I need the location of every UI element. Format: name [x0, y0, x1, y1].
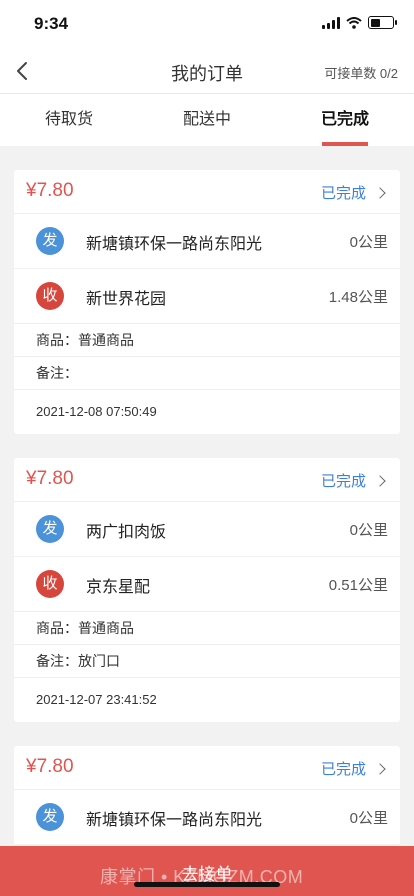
sender-distance: 0公里 — [349, 234, 388, 251]
chevron-right-icon — [374, 474, 386, 487]
remark-info: 备注：放门口 — [14, 645, 400, 678]
order-time: 2021-12-07 23:41:52 — [36, 692, 157, 707]
sender-address: 新塘镇环保一路尚东阳光 — [86, 236, 263, 253]
send-badge-icon: 发 — [36, 515, 64, 543]
chevron-right-icon — [374, 186, 386, 199]
order-status-link[interactable]: 已完成 — [320, 758, 386, 779]
status-bar: 9:34 — [0, 0, 414, 48]
cellular-signal-icon — [322, 16, 340, 29]
acceptable-orders-count: 可接单数 0/2 — [324, 66, 398, 81]
order-price: ¥7.80 — [26, 180, 74, 201]
wifi-icon — [346, 16, 362, 29]
order-price: ¥7.80 — [26, 468, 74, 489]
order-list: ¥7.80 已完成 发 新塘镇环保一路尚东阳光 0公里 收 新世界花园 1.48… — [14, 170, 400, 869]
order-header: ¥7.80 已完成 — [14, 458, 400, 502]
order-status-label: 已完成 — [320, 185, 366, 202]
order-card[interactable]: ¥7.80 已完成 发 两广扣肉饭 0公里 收 京东星配 0.51公里 商品：普… — [14, 458, 400, 722]
send-badge-icon: 发 — [36, 227, 64, 255]
battery-icon — [368, 16, 397, 29]
goods-info: 商品：普通商品 — [14, 612, 400, 645]
nav-bar: 我的订单 可接单数 0/2 — [0, 48, 414, 94]
receiver-address: 京东星配 — [86, 579, 151, 596]
status-icons — [322, 16, 397, 29]
receive-badge-icon: 收 — [36, 570, 64, 598]
receiver-distance: 0.51公里 — [328, 577, 388, 594]
order-card[interactable]: ¥7.80 已完成 发 新塘镇环保一路尚东阳光 0公里 收 新世界花园 1.48… — [14, 170, 400, 434]
sender-distance: 0公里 — [349, 522, 388, 539]
sender-row: 发 新塘镇环保一路尚东阳光 0公里 — [14, 790, 400, 845]
order-status-link[interactable]: 已完成 — [320, 470, 386, 491]
sender-distance: 0公里 — [349, 810, 388, 827]
send-badge-icon: 发 — [36, 803, 64, 831]
remark-info: 备注： — [14, 357, 400, 390]
receiver-distance: 1.48公里 — [328, 289, 388, 306]
sender-row: 发 两广扣肉饭 0公里 — [14, 502, 400, 557]
receiver-address: 新世界花园 — [86, 291, 167, 308]
tab-completed[interactable]: 已完成 — [276, 94, 414, 146]
order-status-label: 已完成 — [320, 473, 366, 490]
order-status-tabs: 待取货 配送中 已完成 — [0, 94, 414, 146]
sender-row: 发 新塘镇环保一路尚东阳光 0公里 — [14, 214, 400, 269]
tab-pending-pickup[interactable]: 待取货 — [0, 94, 138, 146]
goods-info: 商品：普通商品 — [14, 324, 400, 357]
order-header: ¥7.80 已完成 — [14, 746, 400, 790]
receiver-row: 收 新世界花园 1.48公里 — [14, 269, 400, 324]
sender-address: 新塘镇环保一路尚东阳光 — [86, 812, 263, 829]
receiver-row: 收 京东星配 0.51公里 — [14, 557, 400, 612]
order-price: ¥7.80 — [26, 756, 74, 777]
sender-address: 两广扣肉饭 — [86, 524, 167, 541]
status-time: 9:34 — [34, 14, 69, 33]
order-status-label: 已完成 — [320, 761, 366, 778]
order-header: ¥7.80 已完成 — [14, 170, 400, 214]
order-time: 2021-12-08 07:50:49 — [36, 404, 157, 419]
receive-badge-icon: 收 — [36, 282, 64, 310]
order-status-link[interactable]: 已完成 — [320, 182, 386, 203]
tab-delivering[interactable]: 配送中 — [138, 94, 276, 146]
order-card[interactable]: ¥7.80 已完成 发 新塘镇环保一路尚东阳光 0公里 — [14, 746, 400, 845]
home-indicator — [134, 882, 280, 887]
chevron-right-icon — [374, 762, 386, 775]
